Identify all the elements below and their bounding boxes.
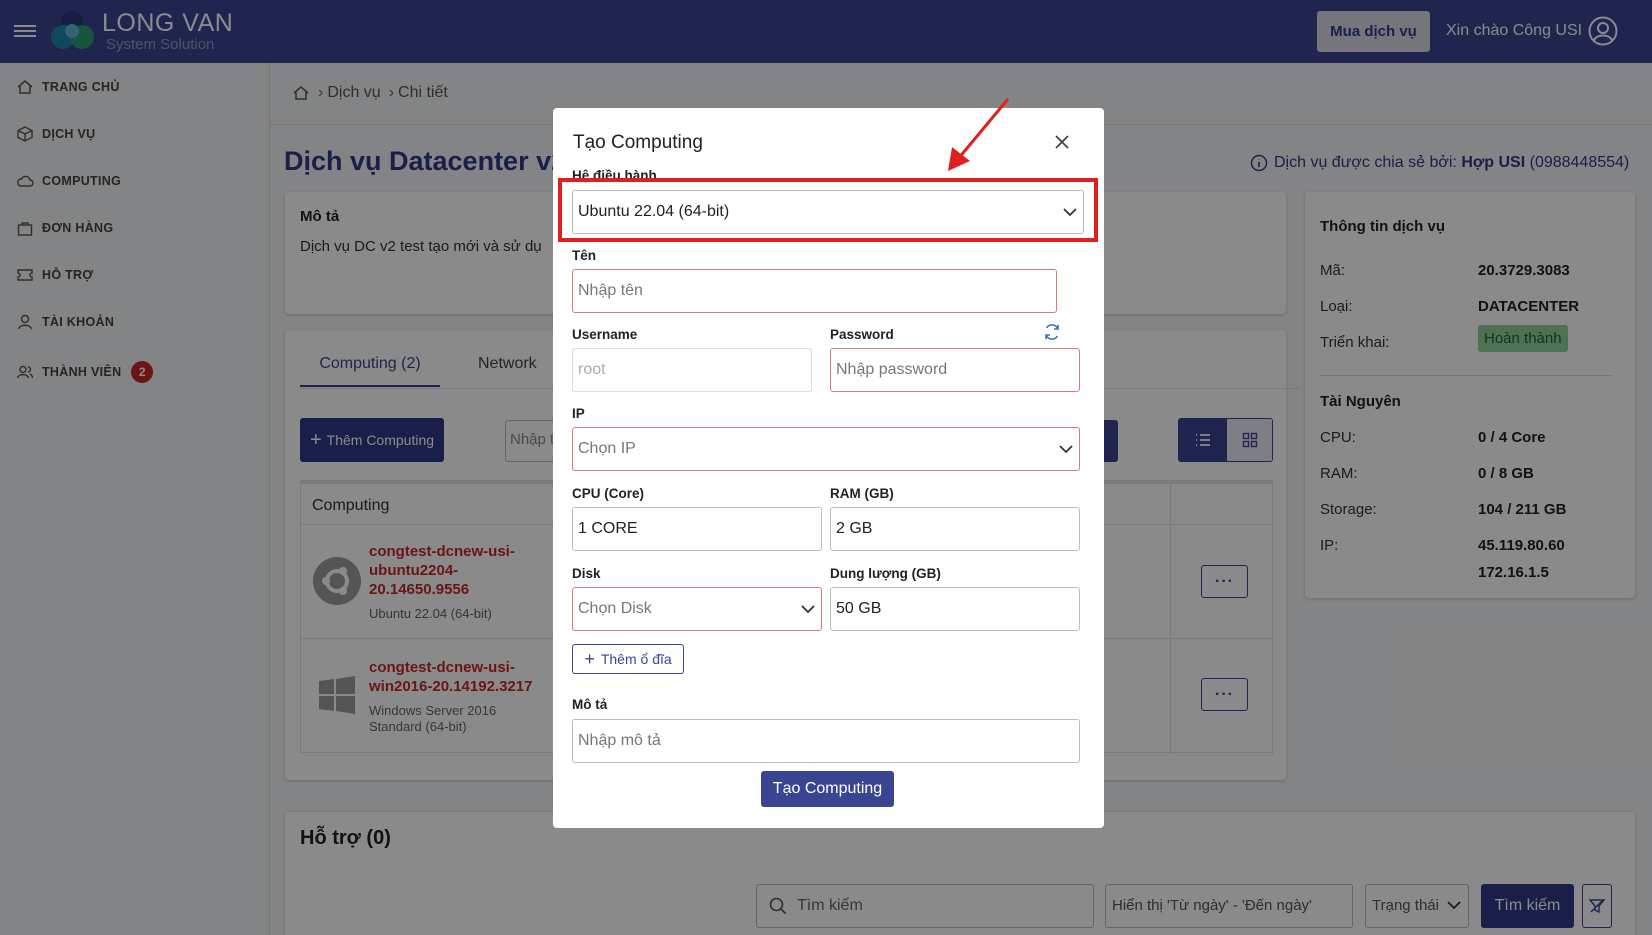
create-computing-submit-button[interactable]: Tạo Computing [761,771,894,807]
disk-label: Disk [572,566,601,581]
ram-input[interactable]: 2 GB [830,507,1080,551]
disk-placeholder: Chọn Disk [578,600,652,617]
password-input[interactable]: Nhập password [830,348,1080,392]
chevron-down-icon [1059,445,1073,454]
ip-label: IP [572,406,585,421]
refresh-icon[interactable] [1043,323,1061,341]
modal-title: Tạo Computing [573,132,703,153]
plus-icon: + [584,649,595,669]
username-input[interactable]: root [572,348,812,392]
capacity-label: Dung lượng (GB) [830,566,941,581]
ip-select[interactable]: Chọn IP [572,427,1080,471]
description-label: Mô tả [572,697,608,712]
ip-placeholder: Chọn IP [578,440,636,457]
cpu-input[interactable]: 1 CORE [572,507,822,551]
username-label: Username [572,327,638,342]
ram-label: RAM (GB) [830,486,894,501]
add-disk-label: Thêm ổ đĩa [600,651,672,667]
highlight-box [558,178,1098,242]
description-input[interactable]: Nhập mô tả [572,719,1080,763]
cpu-label: CPU (Core) [572,486,645,501]
capacity-input[interactable]: 50 GB [830,587,1080,631]
add-disk-button[interactable]: + Thêm ổ đĩa [572,644,684,674]
name-input[interactable]: Nhập tên [572,269,1057,313]
password-label: Password [830,327,894,342]
close-icon[interactable] [1050,130,1074,154]
disk-select[interactable]: Chọn Disk [572,587,822,631]
chevron-down-icon [801,605,815,614]
name-label: Tên [572,248,597,263]
annotation-arrow-icon [948,98,1010,171]
